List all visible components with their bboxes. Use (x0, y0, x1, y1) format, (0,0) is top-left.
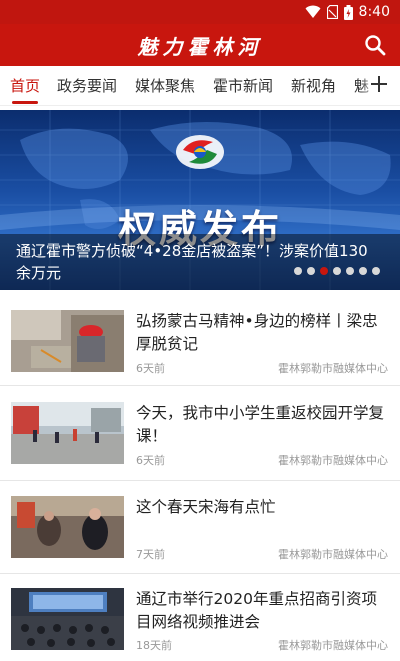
carousel-dot[interactable] (359, 267, 367, 275)
news-title[interactable]: 今天，我市中小学生重返校园开学复课！ (136, 402, 388, 448)
carousel-indicators (294, 267, 380, 275)
banner-carousel[interactable]: 权威发布 通辽霍市警方侦破“4•28金店被盗案”！涉案价值130余万元 (0, 110, 400, 290)
news-thumbnail (11, 588, 124, 650)
list-divider (0, 480, 400, 481)
news-time: 6天前 (136, 454, 165, 467)
news-title[interactable]: 这个春天宋海有点忙 (136, 496, 388, 519)
carousel-dot[interactable] (333, 267, 341, 275)
battery-icon (343, 4, 353, 20)
category-tabs: 首页 政务要闻 媒体聚焦 霍市新闻 新视角 魅 (0, 66, 400, 106)
news-item[interactable]: 这个春天宋海有点忙 7天前 霍林郭勒市融媒体中心 (0, 496, 400, 574)
news-time: 18天前 (136, 639, 172, 652)
no-sim-icon (326, 5, 338, 19)
add-channel-icon[interactable] (371, 76, 387, 92)
carousel-dot-active[interactable] (320, 267, 328, 275)
news-item[interactable]: 弘扬蒙古马精神•身边的榜样丨梁忠厚脱贫记 6天前 霍林郭勒市融媒体中心 (0, 310, 400, 388)
carousel-dot[interactable] (294, 267, 302, 275)
list-divider (0, 573, 400, 574)
tab-home[interactable]: 首页 (10, 75, 40, 96)
search-icon[interactable] (364, 34, 386, 56)
carousel-dot[interactable] (346, 267, 354, 275)
news-title[interactable]: 通辽市举行2020年重点招商引资项目网络视频推进会 (136, 588, 388, 634)
app-logo-title: 魅力霍林河 (137, 35, 263, 59)
news-source: 霍林郭勒市融媒体中心 (278, 548, 388, 561)
tab-media-focus[interactable]: 媒体聚焦 (135, 75, 195, 96)
active-tab-indicator (12, 101, 38, 104)
tab-city-news[interactable]: 霍市新闻 (213, 75, 273, 96)
news-source: 霍林郭勒市融媒体中心 (278, 454, 388, 467)
app-bar: 魅力霍林河 (0, 24, 400, 66)
broadcast-emblem-icon (176, 135, 224, 169)
status-bar: 8:40 (0, 0, 400, 24)
tab-government-news[interactable]: 政务要闻 (57, 75, 117, 96)
news-source: 霍林郭勒市融媒体中心 (278, 639, 388, 652)
news-item[interactable]: 通辽市举行2020年重点招商引资项目网络视频推进会 18天前 霍林郭勒市融媒体中… (0, 588, 400, 661)
list-divider (0, 385, 400, 386)
news-time: 6天前 (136, 362, 165, 375)
news-title[interactable]: 弘扬蒙古马精神•身边的榜样丨梁忠厚脱贫记 (136, 310, 388, 356)
banner-caption[interactable]: 通辽霍市警方侦破“4•28金店被盗案”！涉案价值130余万元 (16, 240, 376, 284)
tab-new-perspective[interactable]: 新视角 (291, 75, 336, 96)
clock: 8:40 (358, 4, 390, 20)
news-thumbnail (11, 402, 124, 464)
news-time: 7天前 (136, 548, 165, 561)
news-source: 霍林郭勒市融媒体中心 (278, 362, 388, 375)
news-thumbnail (11, 310, 124, 372)
news-item[interactable]: 今天，我市中小学生重返校园开学复课！ 6天前 霍林郭勒市融媒体中心 (0, 402, 400, 480)
status-icons: 8:40 (305, 3, 390, 21)
carousel-dot[interactable] (307, 267, 315, 275)
wifi-icon (305, 5, 321, 18)
carousel-dot[interactable] (372, 267, 380, 275)
news-thumbnail (11, 496, 124, 558)
